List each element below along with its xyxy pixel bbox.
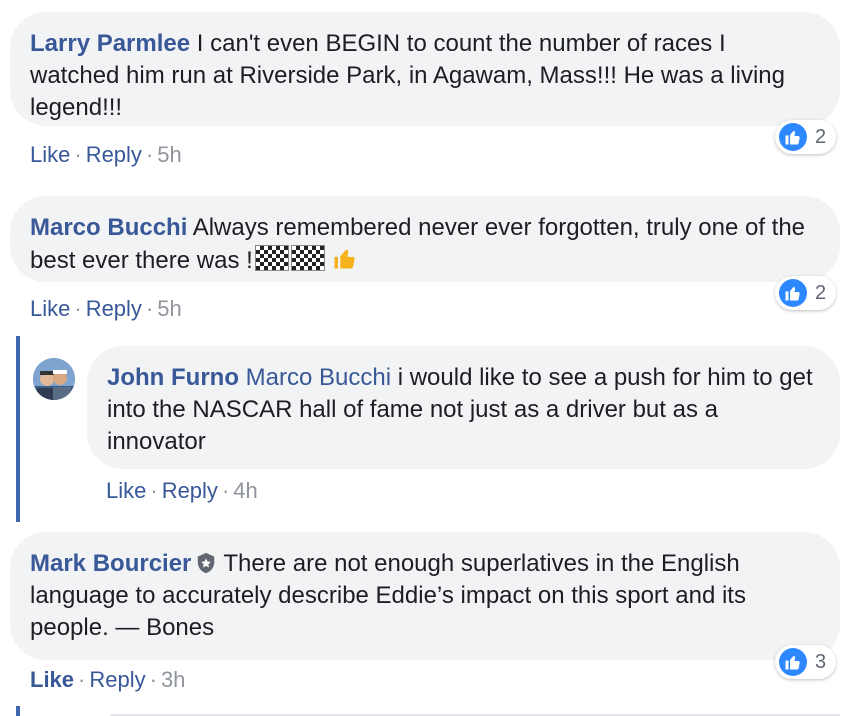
thumbs-up-icon — [334, 249, 355, 269]
reply-thread-line — [16, 336, 20, 522]
like-link[interactable]: Like — [30, 667, 74, 692]
reaction-number: 3 — [815, 650, 827, 673]
reply-timestamp[interactable]: 4h — [233, 478, 257, 503]
chequered-flag-icon — [290, 245, 325, 271]
comment-bubble: Mark Bourcier There are not enough superl… — [10, 532, 840, 660]
like-reaction-icon — [779, 279, 807, 307]
comment-actions: Like · Reply · 3h — [30, 667, 186, 692]
comment-actions: Like · Reply · 5h — [30, 296, 182, 321]
comment-timestamp[interactable]: 5h — [157, 142, 181, 167]
reaction-number: 2 — [815, 281, 827, 304]
avatar[interactable] — [33, 358, 75, 400]
reaction-count[interactable]: 2 — [775, 276, 837, 310]
reaction-count[interactable]: 3 — [775, 645, 837, 679]
comment-actions: Like · Reply · 5h — [30, 142, 182, 167]
reply-bubble: John Furno Marco Bucchi i would like to … — [87, 346, 840, 469]
like-link[interactable]: Like — [30, 142, 70, 167]
reply-link[interactable]: Reply — [89, 667, 145, 692]
comment-author[interactable]: Mark Bourcier — [30, 550, 191, 577]
reaction-number: 2 — [815, 125, 827, 148]
reply-link[interactable]: Reply — [162, 478, 218, 503]
mention-link[interactable]: Marco Bucchi — [246, 364, 391, 391]
shield-icon[interactable] — [195, 552, 217, 574]
comment-timestamp[interactable]: 3h — [161, 667, 185, 692]
reply-link[interactable]: Reply — [86, 296, 142, 321]
like-reaction-icon — [779, 123, 807, 151]
like-reaction-icon — [779, 648, 807, 676]
like-link[interactable]: Like — [106, 478, 146, 503]
reply-thread-line — [16, 706, 20, 716]
comment-author[interactable]: Marco Bucchi — [30, 214, 187, 241]
comment-timestamp[interactable]: 5h — [157, 296, 181, 321]
reaction-count[interactable]: 2 — [775, 120, 837, 154]
reply-link[interactable]: Reply — [86, 142, 142, 167]
reply-actions: Like · Reply · 4h — [106, 478, 258, 503]
comment-author[interactable]: Larry Parmlee — [30, 30, 190, 57]
chequered-flag-icon — [254, 245, 289, 271]
comment-bubble: Marco Bucchi Always remembered never eve… — [10, 196, 840, 282]
reply-author[interactable]: John Furno — [107, 364, 239, 391]
comment-bubble: Larry Parmlee I can't even BEGIN to coun… — [10, 12, 840, 126]
like-link[interactable]: Like — [30, 296, 70, 321]
